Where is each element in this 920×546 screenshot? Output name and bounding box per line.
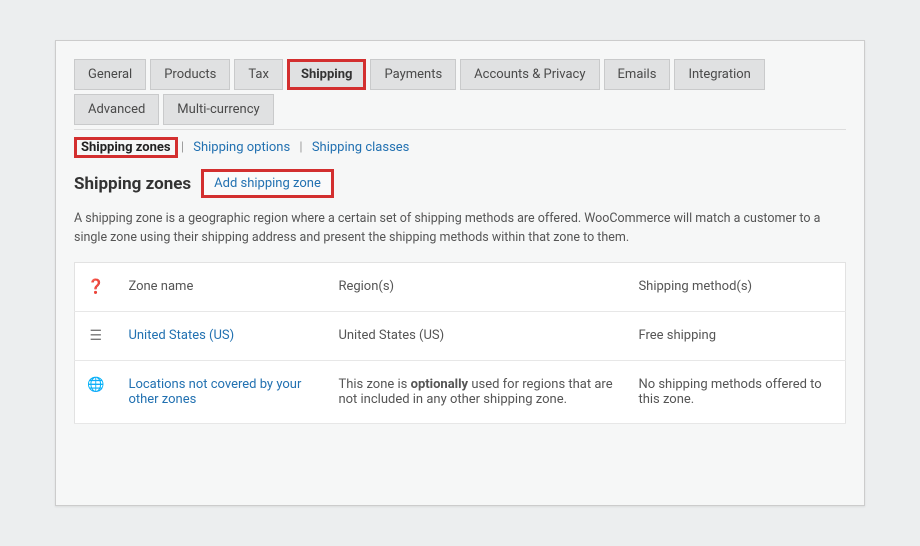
tab-emails[interactable]: Emails — [604, 59, 671, 90]
add-shipping-zone-button[interactable]: Add shipping zone — [201, 169, 334, 198]
tab-payments[interactable]: Payments — [370, 59, 456, 90]
zone-region: This zone is optionally used for regions… — [326, 360, 626, 423]
page-title: Shipping zones — [74, 174, 191, 194]
zone-method: Free shipping — [626, 311, 845, 360]
table-row: 🌐 Locations not covered by your other zo… — [75, 360, 846, 423]
tab-divider — [74, 129, 846, 130]
table-header-row: ❓ Zone name Region(s) Shipping method(s) — [75, 262, 846, 311]
region-text-bold: optionally — [411, 377, 469, 392]
tab-integration[interactable]: Integration — [674, 59, 764, 90]
column-method: Shipping method(s) — [626, 262, 845, 311]
shipping-zones-table: ❓ Zone name Region(s) Shipping method(s)… — [74, 262, 846, 424]
subtab-classes[interactable]: Shipping classes — [306, 138, 416, 157]
zone-name-link[interactable]: United States (US) — [128, 328, 234, 343]
drag-handle-icon[interactable]: ☰ — [89, 328, 102, 344]
settings-panel: General Products Tax Shipping Payments A… — [55, 40, 865, 506]
tab-multicurrency[interactable]: Multi-currency — [163, 94, 273, 125]
tab-advanced[interactable]: Advanced — [74, 94, 159, 125]
heading-row: Shipping zones Add shipping zone — [74, 169, 846, 198]
shipping-subtabs: Shipping zones | Shipping options | Ship… — [74, 140, 846, 155]
subtab-zones[interactable]: Shipping zones — [74, 137, 178, 158]
subtab-separator: | — [181, 140, 184, 155]
column-zone-name: Zone name — [116, 262, 326, 311]
column-region: Region(s) — [326, 262, 626, 311]
tab-general[interactable]: General — [74, 59, 146, 90]
zone-name-link[interactable]: Locations not covered by your other zone… — [128, 377, 301, 407]
zone-region: United States (US) — [326, 311, 626, 360]
table-row: ☰ United States (US) United States (US) … — [75, 311, 846, 360]
tab-products[interactable]: Products — [150, 59, 230, 90]
settings-tabs: General Products Tax Shipping Payments A… — [74, 59, 846, 125]
tab-shipping[interactable]: Shipping — [287, 59, 367, 90]
globe-icon: 🌐 — [87, 377, 104, 393]
page-description: A shipping zone is a geographic region w… — [74, 210, 846, 248]
help-icon[interactable]: ❓ — [87, 279, 104, 295]
subtab-separator: | — [299, 140, 302, 155]
tab-accounts[interactable]: Accounts & Privacy — [460, 59, 599, 90]
zone-method: No shipping methods offered to this zone… — [626, 360, 845, 423]
region-text-pre: This zone is — [338, 377, 410, 392]
subtab-options[interactable]: Shipping options — [187, 138, 296, 157]
tab-tax[interactable]: Tax — [234, 59, 283, 90]
